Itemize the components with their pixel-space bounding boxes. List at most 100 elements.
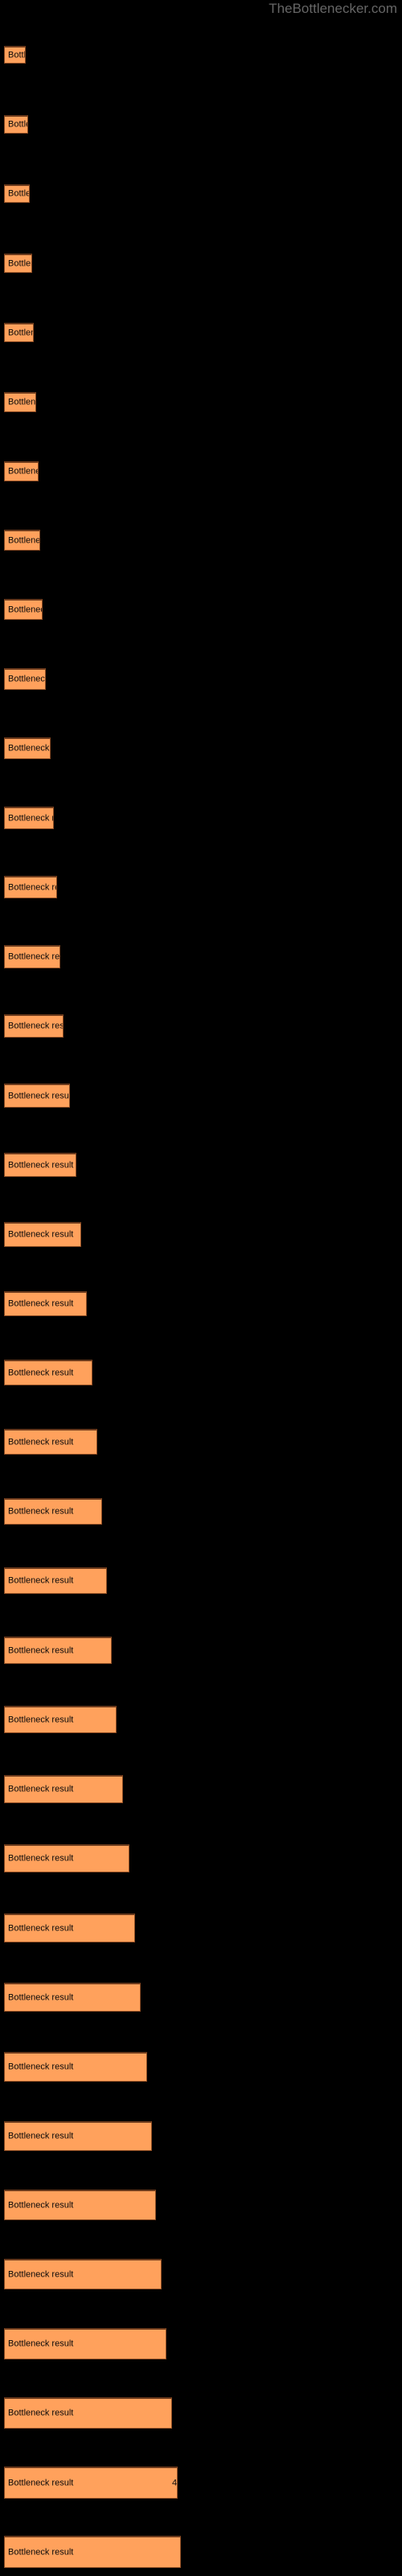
bar[interactable]: Bottleneck result — [4, 2397, 172, 2429]
bar-row: Bottleneck result — [4, 945, 60, 968]
bar-row: Bottleneck result — [4, 1844, 129, 1872]
bar[interactable]: Bottleneck result — [4, 1222, 81, 1247]
bar-category-label: Bottleneck result — [8, 50, 26, 60]
bar[interactable]: Bottleneck result — [4, 1983, 141, 2012]
bar[interactable]: Bottleneck result — [4, 945, 60, 968]
bar-category-label: Bottleneck result — [8, 2131, 74, 2141]
bar[interactable]: Bottleneck result — [4, 1913, 135, 1942]
bar-row: Bottleneck result — [4, 2328, 166, 2359]
bar-category-label: Bottleneck result — [8, 258, 31, 268]
bar-row: Bottleneck result — [4, 737, 51, 759]
bar-row: Bottleneck result 4 — [4, 2467, 178, 2499]
bar[interactable]: Bottleneck result — [4, 1360, 92, 1385]
bar[interactable]: Bottleneck result — [4, 1706, 117, 1733]
bar-row: Bottleneck result — [4, 1360, 92, 1385]
bar[interactable]: Bottleneck result — [4, 46, 26, 64]
bar-category-label: Bottleneck result — [8, 1506, 74, 1517]
bar-category-label: Bottleneck result — [8, 2408, 74, 2418]
bar[interactable]: Bottleneck result — [4, 2190, 156, 2220]
bar[interactable]: Bottleneck result — [4, 115, 28, 134]
bar-category-label: Bottleneck result — [8, 2062, 74, 2072]
bar[interactable]: Bottleneck result — [4, 1844, 129, 1872]
bar-category-label: Bottleneck result — [8, 1021, 64, 1031]
bar-category-label: Bottleneck result — [8, 1575, 74, 1586]
bar-category-label: Bottleneck result — [8, 1923, 74, 1933]
bar[interactable]: Bottleneck result — [4, 1429, 97, 1455]
bar[interactable]: Bottleneck result — [4, 2536, 181, 2568]
bar-row: Bottleneck result — [4, 1153, 76, 1177]
bar-category-label: Bottleneck result — [8, 1368, 74, 1377]
bar-category-label: Bottleneck result — [8, 674, 46, 684]
bar[interactable]: Bottleneck result — [4, 876, 57, 898]
bar[interactable]: Bottleneck result — [4, 599, 43, 620]
bar[interactable]: Bottleneck result — [4, 461, 39, 481]
bar-category-label: Bottleneck result — [8, 743, 50, 753]
bar-category-label: Bottleneck result — [8, 952, 60, 962]
bar-row: Bottleneck result — [4, 2190, 156, 2220]
bar-category-label: Bottleneck result — [8, 2339, 74, 2349]
bar-row: Bottleneck result — [4, 1291, 87, 1316]
bar-row: Bottleneck result — [4, 2121, 152, 2151]
bar[interactable]: Bottleneck result — [4, 668, 46, 690]
bar-row: Bottleneck result — [4, 115, 28, 134]
bar[interactable]: Bottleneck result — [4, 2328, 166, 2359]
bar-category-label: Bottleneck result — [8, 1715, 74, 1724]
bar-row: Bottleneck result — [4, 323, 34, 342]
bar[interactable]: Bottleneck result — [4, 1014, 64, 1038]
bar-row: Bottleneck result — [4, 1222, 81, 1247]
bar-category-label: Bottleneck result — [8, 466, 38, 477]
bar-category-label: Bottleneck result — [8, 188, 29, 199]
bar[interactable]: Bottleneck result — [4, 323, 34, 342]
bar-category-label: Bottleneck result — [8, 605, 42, 614]
bar-row: Bottleneck result — [4, 1498, 102, 1525]
bar-row: Bottleneck result — [4, 2397, 172, 2429]
bar-category-label: Bottleneck result — [8, 813, 53, 823]
bar-row: Bottleneck result — [4, 1014, 64, 1038]
bar[interactable]: Bottleneck result — [4, 1291, 87, 1316]
bar-category-label: Bottleneck result — [8, 1298, 74, 1309]
bar-row: Bottleneck result — [4, 530, 40, 551]
bar[interactable]: Bottleneck result — [4, 2121, 152, 2151]
bar-row: Bottleneck result — [4, 876, 57, 898]
bar-row: Bottleneck result — [4, 668, 46, 690]
bar[interactable]: Bottleneck result — [4, 254, 32, 273]
bar-category-label: Bottleneck result — [8, 1091, 70, 1100]
bar[interactable]: Bottleneck result — [4, 1637, 112, 1664]
bar-row: Bottleneck result — [4, 1084, 70, 1108]
bar[interactable]: Bottleneck result — [4, 2052, 147, 2082]
bar-row: Bottleneck result — [4, 46, 26, 64]
bar-row: Bottleneck result — [4, 1775, 123, 1803]
bar[interactable]: Bottleneck result — [4, 530, 40, 551]
bar-row: Bottleneck result — [4, 1706, 117, 1733]
bar[interactable]: Bottleneck result 4 — [4, 2467, 178, 2499]
bar[interactable]: Bottleneck result — [4, 1498, 102, 1525]
bar-row: Bottleneck result — [4, 807, 54, 829]
bar[interactable]: Bottleneck result — [4, 807, 54, 829]
bar[interactable]: Bottleneck result — [4, 1567, 107, 1594]
bar-row: Bottleneck result — [4, 599, 43, 620]
bar-row: Bottleneck result — [4, 1637, 112, 1664]
bar[interactable]: Bottleneck result — [4, 737, 51, 759]
bar-category-label: Bottleneck result — [8, 535, 40, 545]
bar[interactable]: Bottleneck result — [4, 1084, 70, 1108]
bar-category-label: Bottleneck result — [8, 1160, 74, 1170]
bar-row: Bottleneck result — [4, 1429, 97, 1455]
bar[interactable]: Bottleneck result — [4, 1775, 123, 1803]
bar-value-label: 4 — [172, 2478, 178, 2487]
bar-category-label: Bottleneck result — [8, 2478, 74, 2487]
bar[interactable]: Bottleneck result — [4, 2259, 162, 2289]
bar-category-label: Bottleneck result — [8, 1992, 74, 2002]
bar-category-label: Bottleneck result — [8, 2200, 74, 2210]
bar[interactable]: Bottleneck result — [4, 1153, 76, 1177]
bar-category-label: Bottleneck result — [8, 1853, 74, 1864]
bar[interactable]: Bottleneck result — [4, 184, 30, 203]
bar-category-label: Bottleneck result — [8, 328, 33, 337]
bar-row: Bottleneck result — [4, 392, 36, 412]
bar-row: Bottleneck result — [4, 1983, 141, 2012]
bar-category-label: Bottleneck result — [8, 119, 27, 130]
bar-category-label: Bottleneck result — [8, 1229, 74, 1240]
bar-row: Bottleneck result — [4, 254, 32, 273]
bar-row: Bottleneck result — [4, 2259, 162, 2289]
bar[interactable]: Bottleneck result — [4, 392, 36, 412]
bar-row: Bottleneck result — [4, 2052, 147, 2082]
